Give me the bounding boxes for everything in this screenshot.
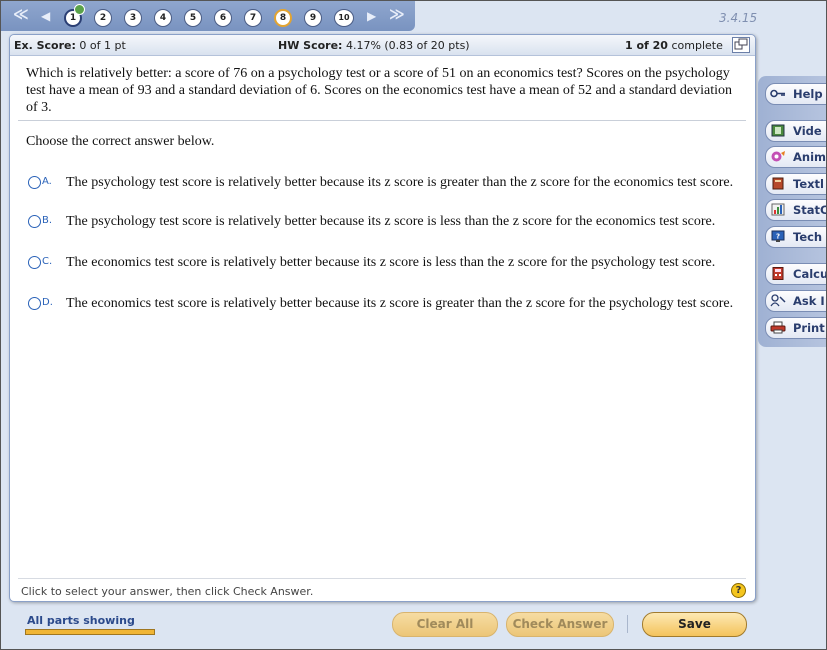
previous-question-icon[interactable]: ◀ [41, 8, 50, 24]
option-text[interactable]: The psychology test score is relatively … [66, 174, 738, 191]
statcrunch-icon [770, 203, 786, 216]
instruction-hint: Click to select your answer, then click … [21, 585, 314, 598]
completion-label: complete [671, 39, 723, 52]
option-letter: A. [42, 176, 52, 187]
radio-d[interactable] [28, 297, 41, 310]
sidebar-label: Anim [793, 150, 827, 164]
video-button[interactable]: Vide [765, 120, 826, 142]
animation-icon [770, 150, 786, 163]
question-help-icon[interactable]: ? [731, 583, 746, 598]
score-bar: Ex. Score: 0 of 1 pt HW Score: 4.17% (0.… [10, 35, 755, 56]
exercise-score: Ex. Score: 0 of 1 pt [14, 39, 126, 52]
animation-button[interactable]: Anim [765, 146, 827, 168]
check-answer-button[interactable]: Check Answer [506, 612, 614, 637]
question-number-5[interactable]: 5 [184, 9, 202, 27]
first-question-icon[interactable]: ≪ [13, 6, 29, 22]
sidebar-label: Help [793, 87, 823, 101]
exercise-score-value: 0 of 1 pt [79, 39, 126, 52]
question-text: Which is relatively better: a score of 7… [26, 66, 732, 115]
popout-window-icon[interactable] [732, 37, 750, 53]
sidebar-label: Print [793, 321, 825, 335]
next-question-icon[interactable]: ▶ [367, 8, 376, 24]
print-button[interactable]: Print [765, 317, 826, 339]
app-window: ≪ ◀ 1 2 3 4 5 6 7 8 9 10 ▶ ≫ 3.4.15 Ex. … [0, 0, 827, 650]
footer-divider [18, 578, 746, 579]
option-letter: B. [42, 215, 53, 226]
ask-instructor-button[interactable]: Ask I [765, 290, 826, 312]
option-text[interactable]: The psychology test score is relatively … [66, 213, 738, 230]
option-letter: C. [42, 256, 53, 267]
calculator-button[interactable]: Calcu [765, 263, 827, 285]
question-panel: Ex. Score: 0 of 1 pt HW Score: 4.17% (0.… [9, 34, 756, 602]
book-icon [770, 177, 786, 190]
homework-score-value: 4.17% (0.83 of 20 pts) [345, 39, 470, 52]
parts-showing-link[interactable]: All parts showing [27, 614, 135, 627]
option-letter: D. [42, 297, 53, 308]
completion-status: 1 of 20 complete [625, 39, 723, 52]
option-text[interactable]: The economics test score is relatively b… [66, 254, 738, 271]
statcrunch-button[interactable]: StatC [765, 199, 827, 221]
question-number-2[interactable]: 2 [94, 9, 112, 27]
sidebar-label: Textl [793, 177, 824, 191]
tools-sidebar: Help Vide Anim Textl StatC ? Tech Calcu … [758, 76, 827, 347]
radio-c[interactable] [28, 256, 41, 269]
question-divider [18, 120, 746, 121]
calculator-icon [770, 267, 786, 280]
sidebar-label: Tech [793, 230, 823, 244]
sidebar-label: Vide [793, 124, 822, 138]
question-number-7[interactable]: 7 [244, 9, 262, 27]
homework-score-label: HW Score: [278, 39, 343, 52]
tech-help-icon: ? [770, 230, 786, 243]
version-label: 3.4.15 [719, 11, 758, 25]
answer-prompt: Choose the correct answer below. [26, 134, 215, 149]
ask-instructor-icon [770, 294, 786, 307]
exercise-score-label: Ex. Score: [14, 39, 76, 52]
question-number-4[interactable]: 4 [154, 9, 172, 27]
key-icon [770, 87, 786, 100]
sidebar-label: StatC [793, 203, 827, 217]
question-number-6[interactable]: 6 [214, 9, 232, 27]
print-icon [770, 321, 786, 334]
question-number-8[interactable]: 8 [274, 9, 292, 27]
current-question-badge-icon [74, 4, 85, 15]
question-number-10[interactable]: 10 [334, 9, 354, 27]
last-question-icon[interactable]: ≫ [389, 6, 405, 22]
parts-progress-bar [25, 629, 155, 635]
sidebar-label: Calcu [793, 267, 827, 281]
clear-all-button[interactable]: Clear All [392, 612, 498, 637]
svg-text:?: ? [776, 233, 780, 241]
tech-help-button[interactable]: ? Tech [765, 226, 826, 248]
homework-score: HW Score: 4.17% (0.83 of 20 pts) [278, 39, 470, 52]
save-button[interactable]: Save [642, 612, 747, 637]
help-me-solve-button[interactable]: Help [765, 83, 826, 105]
film-icon [770, 124, 786, 137]
textbook-button[interactable]: Textl [765, 173, 826, 195]
question-nav-bar: ≪ ◀ 1 2 3 4 5 6 7 8 9 10 ▶ ≫ [1, 1, 415, 31]
radio-b[interactable] [28, 215, 41, 228]
question-number-3[interactable]: 3 [124, 9, 142, 27]
question-number-9[interactable]: 9 [304, 9, 322, 27]
sidebar-label: Ask I [793, 294, 825, 308]
button-separator [627, 615, 628, 633]
option-text[interactable]: The economics test score is relatively b… [66, 295, 738, 312]
radio-a[interactable] [28, 176, 41, 189]
completion-count: 1 of 20 [625, 39, 668, 52]
